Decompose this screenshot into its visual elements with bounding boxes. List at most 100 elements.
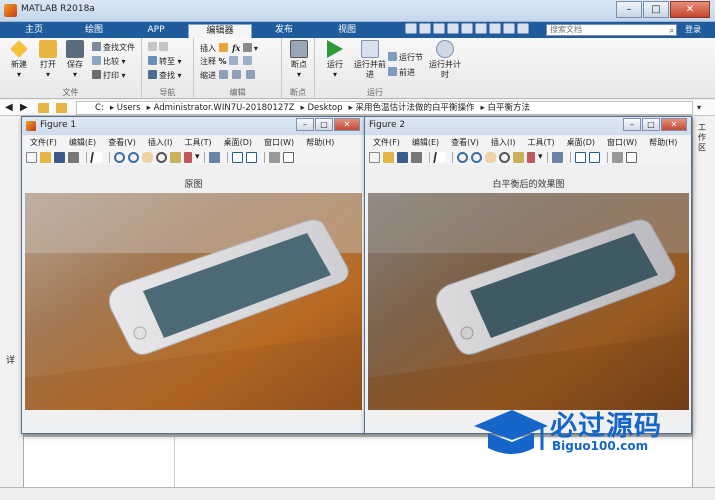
save-quick-icon[interactable] bbox=[405, 23, 417, 34]
zoom-in-icon[interactable] bbox=[114, 151, 125, 163]
figure-window-1[interactable]: Figure 1 – □ ✕ 文件(F) 编辑(E) 查看(V) 插入(I) 工… bbox=[21, 116, 365, 434]
forward-icon[interactable]: ▶ bbox=[20, 102, 28, 114]
comment-button[interactable]: 注释 % bbox=[200, 56, 254, 68]
maximize-button[interactable]: □ bbox=[643, 1, 669, 18]
rotate-icon[interactable] bbox=[499, 151, 510, 163]
path-segment[interactable]: Users bbox=[117, 103, 141, 113]
save-figure-icon[interactable] bbox=[54, 151, 65, 163]
advance-button[interactable]: 前进 bbox=[388, 67, 415, 79]
back-forward-buttons[interactable] bbox=[148, 42, 170, 54]
brush-icon[interactable] bbox=[527, 151, 535, 163]
signin-link[interactable]: 登录 bbox=[685, 24, 701, 35]
new-button[interactable]: 新建 ▾ bbox=[4, 40, 34, 80]
menu-edit[interactable]: 编辑(E) bbox=[412, 136, 439, 149]
compare-button[interactable]: 比较 ▾ bbox=[92, 56, 126, 68]
menu-view[interactable]: 查看(V) bbox=[108, 136, 136, 149]
breakpoints-button[interactable]: 断点 ▾ bbox=[284, 40, 314, 80]
rotate-icon[interactable] bbox=[156, 151, 167, 163]
show-plot-tools-icon[interactable] bbox=[282, 151, 294, 163]
undo-quick-icon[interactable] bbox=[461, 23, 473, 34]
search-documentation-input[interactable]: 搜索文档 ⌕ bbox=[546, 24, 677, 36]
brush-icon[interactable] bbox=[184, 151, 192, 163]
help-quick-icon[interactable] bbox=[503, 23, 515, 34]
pointer-icon[interactable] bbox=[433, 151, 446, 163]
find-button[interactable]: 查找 ▾ bbox=[148, 70, 182, 82]
print-figure-icon[interactable] bbox=[68, 151, 79, 163]
data-cursor-icon[interactable] bbox=[513, 151, 524, 163]
redo-quick-icon[interactable] bbox=[475, 23, 487, 34]
new-figure-icon[interactable] bbox=[26, 151, 37, 163]
menu-desktop[interactable]: 桌面(D) bbox=[224, 136, 252, 149]
open-file-icon[interactable] bbox=[40, 151, 51, 163]
run-advance-button[interactable]: 运行并前进 bbox=[353, 40, 387, 80]
tab-home[interactable]: 主页 bbox=[5, 24, 63, 38]
colorbar-icon[interactable] bbox=[231, 151, 243, 163]
figure-minimize-button[interactable]: – bbox=[296, 118, 314, 131]
menu-window[interactable]: 窗口(W) bbox=[607, 136, 637, 149]
print-button[interactable]: 打印 ▾ bbox=[92, 70, 126, 82]
up-folder-icon[interactable] bbox=[38, 103, 49, 113]
menu-tools[interactable]: 工具(T) bbox=[527, 136, 554, 149]
wrap-icon-2[interactable] bbox=[242, 56, 252, 65]
link-plot-icon[interactable] bbox=[208, 151, 220, 163]
workspace-label[interactable]: 工作区 bbox=[698, 123, 709, 153]
legend-icon[interactable] bbox=[588, 151, 600, 163]
indent-button[interactable]: 缩进 bbox=[200, 70, 257, 82]
menu-help[interactable]: 帮助(H) bbox=[649, 136, 677, 149]
save-figure-icon[interactable] bbox=[397, 151, 408, 163]
tab-editor[interactable]: 编辑器 bbox=[188, 24, 252, 38]
menu-edit[interactable]: 编辑(E) bbox=[69, 136, 96, 149]
new-figure-icon[interactable] bbox=[369, 151, 380, 163]
path-segment[interactable]: Administrator.WIN7U-20180127Z bbox=[154, 103, 295, 113]
pan-icon[interactable] bbox=[485, 151, 496, 163]
path-segment[interactable]: Desktop bbox=[307, 103, 342, 113]
edit-more-icon[interactable] bbox=[242, 43, 252, 52]
copy-quick-icon[interactable] bbox=[433, 23, 445, 34]
switch-windows-icon[interactable] bbox=[489, 23, 501, 34]
path-dropdown-icon[interactable]: ▾ bbox=[697, 102, 701, 114]
pointer-icon[interactable] bbox=[90, 151, 103, 163]
indent-icon[interactable] bbox=[218, 70, 228, 79]
pan-icon[interactable] bbox=[142, 151, 153, 163]
tab-view[interactable]: 视图 bbox=[316, 24, 378, 38]
data-cursor-icon[interactable] bbox=[170, 151, 181, 163]
zoom-out-icon[interactable] bbox=[471, 151, 482, 163]
menu-insert[interactable]: 插入(I) bbox=[491, 136, 516, 149]
menu-file[interactable]: 文件(F) bbox=[373, 136, 400, 149]
zoom-out-icon[interactable] bbox=[128, 151, 139, 163]
menu-insert[interactable]: 插入(I) bbox=[148, 136, 173, 149]
figure-maximize-button[interactable]: □ bbox=[642, 118, 660, 131]
figure-maximize-button[interactable]: □ bbox=[315, 118, 333, 131]
fx-icon[interactable]: fx bbox=[232, 43, 240, 53]
tab-publish[interactable]: 发布 bbox=[253, 24, 315, 38]
insert-button[interactable]: 插入 fx ▾ bbox=[200, 42, 258, 54]
run-section-button[interactable]: 运行节 bbox=[388, 52, 423, 64]
tab-plots[interactable]: 绘图 bbox=[64, 24, 124, 38]
browse-folder-icon[interactable] bbox=[56, 103, 67, 113]
find-files-button[interactable]: 查找文件 bbox=[92, 42, 135, 54]
tab-apps[interactable]: APP bbox=[125, 24, 187, 38]
menu-window[interactable]: 窗口(W) bbox=[264, 136, 294, 149]
link-plot-icon[interactable] bbox=[551, 151, 563, 163]
goto-button[interactable]: 转至 ▾ bbox=[148, 56, 182, 68]
colorbar-icon[interactable] bbox=[574, 151, 586, 163]
figure-close-button[interactable]: ✕ bbox=[334, 118, 360, 131]
figure-close-button[interactable]: ✕ bbox=[661, 118, 687, 131]
back-icon[interactable]: ◀ bbox=[5, 102, 13, 114]
minimize-button[interactable]: – bbox=[616, 1, 642, 18]
indent-in-icon[interactable] bbox=[232, 70, 242, 79]
save-button[interactable]: 保存 ▾ bbox=[60, 40, 90, 80]
percent-icon[interactable]: % bbox=[219, 57, 227, 66]
menu-view[interactable]: 查看(V) bbox=[451, 136, 479, 149]
dropdown-quick-icon[interactable] bbox=[517, 23, 529, 34]
path-segment[interactable]: C: bbox=[95, 103, 104, 113]
zoom-in-icon[interactable] bbox=[457, 151, 468, 163]
indent-out-icon[interactable] bbox=[245, 70, 255, 79]
open-file-icon[interactable] bbox=[383, 151, 394, 163]
figure-window-2[interactable]: Figure 2 – □ ✕ 文件(F) 编辑(E) 查看(V) 插入(I) 工… bbox=[364, 116, 692, 434]
wrap-icon[interactable] bbox=[229, 56, 239, 65]
open-button[interactable]: 打开 ▾ bbox=[33, 40, 63, 80]
menu-tools[interactable]: 工具(T) bbox=[184, 136, 211, 149]
current-folder-path[interactable]: C: ▸ Users ▸ Administrator.WIN7U-20180127Z… bbox=[76, 101, 693, 115]
paste-quick-icon[interactable] bbox=[447, 23, 459, 34]
